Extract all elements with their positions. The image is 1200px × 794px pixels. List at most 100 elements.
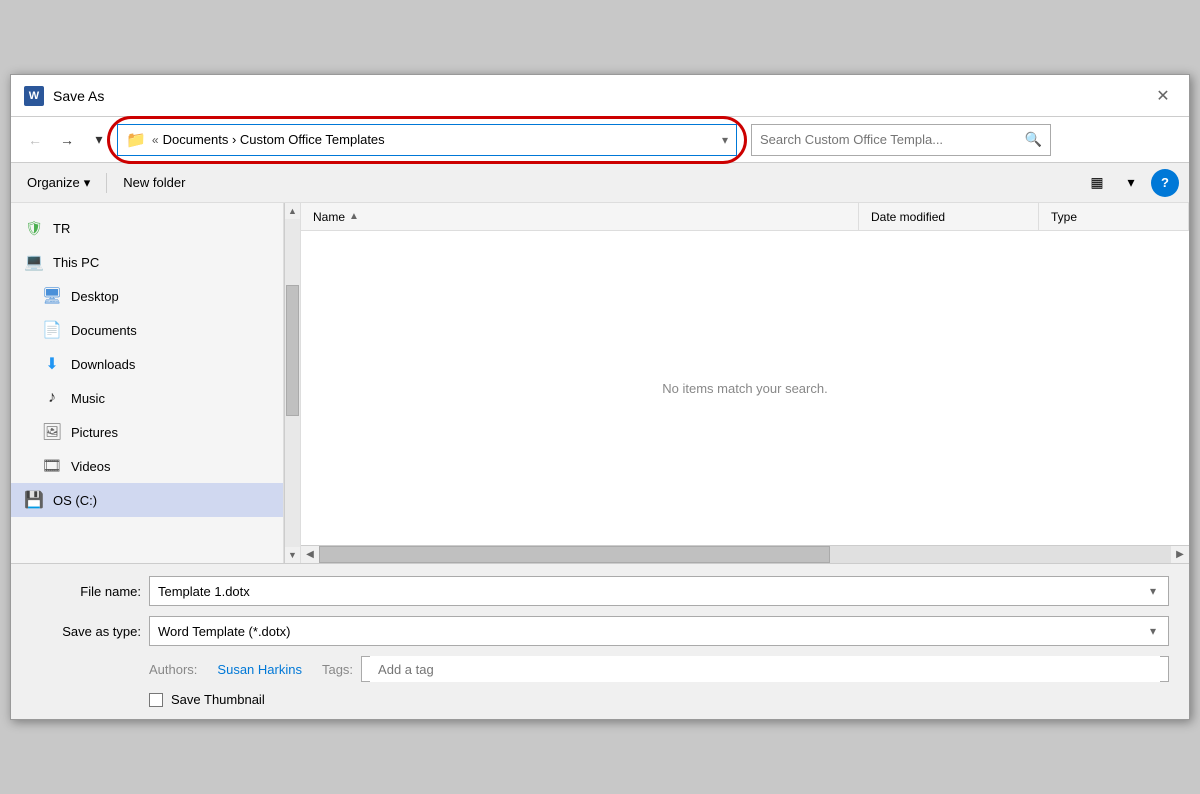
sidebar-label-music: Music	[71, 391, 105, 406]
sidebar-item-desktop[interactable]: 🖥 Desktop	[11, 279, 283, 313]
savetype-label: Save as type:	[31, 624, 141, 639]
scroll-down-button[interactable]: ▼	[285, 547, 301, 563]
empty-message: No items match your search.	[662, 381, 827, 396]
view-icon: ▦	[1090, 174, 1103, 191]
title-bar: W Save As ✕	[11, 75, 1189, 117]
sidebar-scrollbar[interactable]: ▲ ▼	[284, 203, 300, 563]
word-icon: W	[23, 85, 45, 107]
col-name[interactable]: Name ▲	[301, 203, 859, 230]
os-c-icon: 💾	[23, 489, 45, 511]
col-type-label: Type	[1051, 210, 1077, 224]
horizontal-scrollbar[interactable]: ◀ ▶	[301, 545, 1189, 563]
filename-dropdown-icon[interactable]: ▾	[1146, 584, 1160, 598]
documents-icon: 📄	[41, 319, 63, 341]
col-name-label: Name	[313, 210, 345, 224]
toolbar-right: ▦ ▾ ?	[1083, 169, 1179, 197]
sidebar: 🛡 TR 💻 This PC 🖥 Desktop 📄 Documents	[11, 203, 284, 563]
folder-icon: 📁	[126, 130, 146, 150]
file-area: Name ▲ Date modified Type No items match…	[301, 203, 1189, 563]
close-button[interactable]: ✕	[1149, 82, 1177, 110]
dropdown-button[interactable]: ▾	[85, 126, 113, 154]
dialog-title: Save As	[53, 88, 1149, 104]
filename-input-wrap[interactable]: ▾	[149, 576, 1169, 606]
videos-icon: 🎞	[41, 455, 63, 477]
savetype-input[interactable]	[158, 624, 1146, 639]
organize-arrow: ▾	[84, 175, 91, 191]
sidebar-item-music[interactable]: ♪ Music	[11, 381, 283, 415]
savetype-input-wrap[interactable]: ▾	[149, 616, 1169, 646]
meta-row: Authors: Susan Harkins Tags:	[31, 656, 1169, 682]
view-dropdown-icon: ▾	[1127, 174, 1134, 191]
scroll-right-button[interactable]: ▶	[1171, 546, 1189, 564]
col-date[interactable]: Date modified	[859, 203, 1039, 230]
thumbnail-label[interactable]: Save Thumbnail	[171, 692, 265, 707]
sidebar-item-downloads[interactable]: ⬇ Downloads	[11, 347, 283, 381]
sidebar-item-documents[interactable]: 📄 Documents	[11, 313, 283, 347]
pictures-icon: 🖼	[41, 421, 63, 443]
col-type[interactable]: Type	[1039, 203, 1189, 230]
h-scroll-track	[319, 546, 1171, 563]
new-folder-button[interactable]: New folder	[117, 171, 191, 194]
help-button[interactable]: ?	[1151, 169, 1179, 197]
savetype-row: Save as type: ▾	[31, 616, 1169, 646]
h-scroll-thumb[interactable]	[319, 546, 830, 563]
downloads-icon: ⬇	[41, 353, 63, 375]
savetype-dropdown-icon[interactable]: ▾	[1146, 624, 1160, 638]
breadcrumb-path: Documents › Custom Office Templates	[163, 132, 716, 147]
file-content-empty: No items match your search.	[301, 231, 1189, 545]
col-sort-icon: ▲	[349, 211, 359, 222]
nav-bar: ← → ▾ 📁 « Documents › Custom Office Temp…	[11, 117, 1189, 163]
sidebar-item-this-pc[interactable]: 💻 This PC	[11, 245, 283, 279]
scroll-left-button[interactable]: ◀	[301, 546, 319, 564]
scroll-track	[285, 219, 300, 547]
breadcrumb-chevrons: «	[152, 133, 159, 147]
scroll-thumb[interactable]	[286, 285, 299, 416]
this-pc-icon: 💻	[23, 251, 45, 273]
file-header: Name ▲ Date modified Type	[301, 203, 1189, 231]
sidebar-item-os-c[interactable]: 💾 OS (C:)	[11, 483, 283, 517]
back-button[interactable]: ←	[21, 126, 49, 154]
sidebar-item-tr[interactable]: 🛡 TR	[11, 211, 283, 245]
music-icon: ♪	[41, 387, 63, 409]
sidebar-label-downloads: Downloads	[71, 357, 135, 372]
sidebar-label-this-pc: This PC	[53, 255, 99, 270]
filename-row: File name: ▾	[31, 576, 1169, 606]
tags-section: Tags:	[322, 656, 1169, 682]
thumbnail-row: Save Thumbnail	[31, 692, 1169, 707]
tags-input-wrap[interactable]	[361, 656, 1169, 682]
sidebar-item-videos[interactable]: 🎞 Videos	[11, 449, 283, 483]
toolbar: Organize ▾ New folder ▦ ▾ ?	[11, 163, 1189, 203]
forward-button[interactable]: →	[53, 126, 81, 154]
save-as-dialog: W Save As ✕ ← → ▾ 📁 « Documents › Custom…	[10, 74, 1190, 720]
breadcrumb-bar[interactable]: 📁 « Documents › Custom Office Templates …	[117, 124, 737, 156]
sidebar-panel: 🛡 TR 💻 This PC 🖥 Desktop 📄 Documents	[11, 203, 301, 563]
scroll-up-button[interactable]: ▲	[285, 203, 301, 219]
breadcrumb-wrapper: 📁 « Documents › Custom Office Templates …	[117, 124, 737, 156]
tags-input[interactable]	[370, 656, 1160, 682]
sidebar-label-documents: Documents	[71, 323, 137, 338]
organize-button[interactable]: Organize ▾	[21, 171, 96, 195]
main-area: 🛡 TR 💻 This PC 🖥 Desktop 📄 Documents	[11, 203, 1189, 563]
new-folder-label: New folder	[123, 175, 185, 190]
breadcrumb-dropdown-icon[interactable]: ▾	[716, 133, 728, 147]
col-date-label: Date modified	[871, 210, 945, 224]
author-name[interactable]: Susan Harkins	[217, 662, 302, 677]
search-box[interactable]: 🔍	[751, 124, 1051, 156]
desktop-icon: 🖥	[41, 285, 63, 307]
authors-label: Authors:	[149, 662, 197, 677]
sidebar-label-tr: TR	[53, 221, 70, 236]
sidebar-label-pictures: Pictures	[71, 425, 118, 440]
bottom-area: File name: ▾ Save as type: ▾ Authors: Su…	[11, 563, 1189, 719]
organize-label: Organize	[27, 175, 80, 190]
sidebar-label-videos: Videos	[71, 459, 111, 474]
view-button[interactable]: ▦	[1083, 169, 1111, 197]
sidebar-item-pictures[interactable]: 🖼 Pictures	[11, 415, 283, 449]
sidebar-label-desktop: Desktop	[71, 289, 119, 304]
tr-icon: 🛡	[23, 217, 45, 239]
tags-label: Tags:	[322, 662, 353, 677]
thumbnail-checkbox[interactable]	[149, 693, 163, 707]
view-dropdown-button[interactable]: ▾	[1117, 169, 1145, 197]
search-input[interactable]	[760, 132, 1025, 147]
sidebar-label-os-c: OS (C:)	[53, 493, 97, 508]
filename-input[interactable]	[158, 584, 1146, 599]
